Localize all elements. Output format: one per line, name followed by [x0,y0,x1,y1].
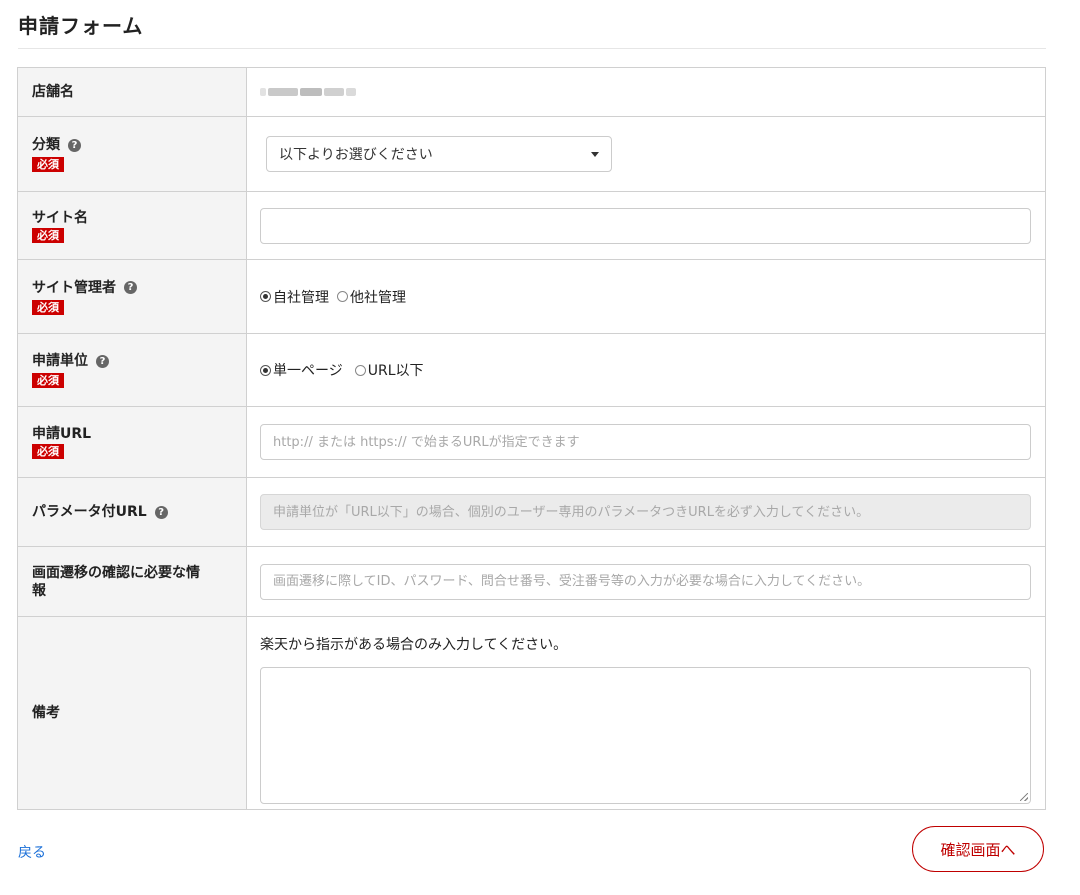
back-link[interactable]: 戻る [18,842,46,862]
value-cell [246,546,1046,617]
row-site-name: サイト名 必須 [17,191,1046,260]
label-cell: 店舗名 [17,67,247,117]
required-badge: 必須 [32,157,64,172]
radio-label: 自社管理 [273,289,329,306]
question-circle-icon[interactable]: ? [96,354,109,368]
radio-label: 単一ページ [273,363,343,379]
remarks-note: 楽天から指示がある場合のみ入力してください。 [260,637,568,653]
row-parameter-url: パラメータ付URL ? [17,477,1046,547]
row-transition-info: 画面遷移の確認に必要な情報 [17,546,1046,617]
radio-checked-icon [260,364,271,376]
row-application-url: 申請URL 必須 [17,406,1046,478]
label-cell: サイト名 必須 [17,191,247,260]
value-cell: 単一ページ URL以下 [246,333,1046,407]
site-name-input[interactable] [260,207,1031,244]
required-badge: 必須 [32,373,64,388]
required-badge: 必須 [32,444,64,459]
category-select[interactable]: 以下よりお選びください [266,136,612,172]
label-cell: 申請URL 必須 [17,406,247,478]
label-cell: 備考 [17,616,247,810]
value-cell [246,477,1046,547]
value-cell [246,406,1046,478]
row-remarks: 備考 楽天から指示がある場合のみ入力してください。 [17,616,1046,810]
radio-unchecked-icon [354,364,366,376]
parameter-url-label: パラメータ付URL [32,504,147,520]
radio-label: URL以下 [367,363,424,379]
remarks-textarea[interactable] [260,667,1031,804]
radio-other-management[interactable]: 他社管理 [337,287,406,307]
parameter-url-input [260,494,1031,530]
question-circle-icon[interactable]: ? [124,281,137,294]
question-circle-icon[interactable]: ? [154,505,168,519]
radio-unchecked-icon [337,291,348,302]
question-circle-icon[interactable]: ? [68,138,81,152]
row-category: 分類 ? 必須 以下よりお選びください [17,116,1046,192]
application-unit-radio-group: 単一ページ URL以下 [260,360,1031,380]
resize-handle-icon[interactable] [1020,793,1028,801]
category-label: 分類 [32,137,60,153]
value-cell [246,191,1046,260]
row-store-name: 店舗名 [17,67,1046,117]
row-site-admin: サイト管理者 ? 必須 自社管理 他社管理 [17,259,1046,334]
value-cell: 楽天から指示がある場合のみ入力してください。 [246,616,1046,810]
page-title: 申請フォーム [18,14,144,38]
chevron-down-icon [591,151,599,157]
application-url-input[interactable] [260,424,1031,460]
radio-checked-icon [260,291,271,302]
application-form-table: 店舗名 分類 ? 必須 以下よりお選びください サイト名 必須 サイト管理者 ?… [17,67,1046,810]
required-badge: 必須 [32,227,64,243]
remarks-label: 備考 [32,705,60,721]
value-cell: 以下よりお選びください [246,116,1046,192]
label-cell: 申請単位 ? 必須 [17,333,247,407]
label-cell: パラメータ付URL ? [17,477,247,547]
radio-own-management[interactable]: 自社管理 [260,287,329,307]
value-cell: 自社管理 他社管理 [246,259,1046,334]
application-url-label: 申請URL [32,426,92,442]
title-divider [18,48,1046,49]
site-admin-label: サイト管理者 [32,279,116,296]
store-name-label: 店舗名 [32,84,74,100]
application-unit-label: 申請単位 [32,353,88,369]
required-badge: 必須 [32,299,64,315]
site-name-label: サイト名 [32,209,88,226]
confirm-button[interactable]: 確認画面へ [912,826,1044,872]
label-cell: サイト管理者 ? 必須 [17,259,247,334]
label-cell: 画面遷移の確認に必要な情報 [17,546,247,617]
label-cell: 分類 ? 必須 [17,116,247,192]
transition-info-label: 画面遷移の確認に必要な情報 [32,564,200,599]
category-select-value: 以下よりお選びください [279,147,433,163]
radio-single-page[interactable]: 単一ページ [260,360,343,380]
site-admin-radio-group: 自社管理 他社管理 [260,287,1031,307]
radio-under-url[interactable]: URL以下 [354,360,424,380]
store-name-value-redacted [260,88,1031,96]
row-application-unit: 申請単位 ? 必須 単一ページ URL以下 [17,333,1046,407]
radio-label: 他社管理 [350,289,406,306]
value-cell [246,67,1046,117]
transition-info-input[interactable] [260,563,1031,600]
